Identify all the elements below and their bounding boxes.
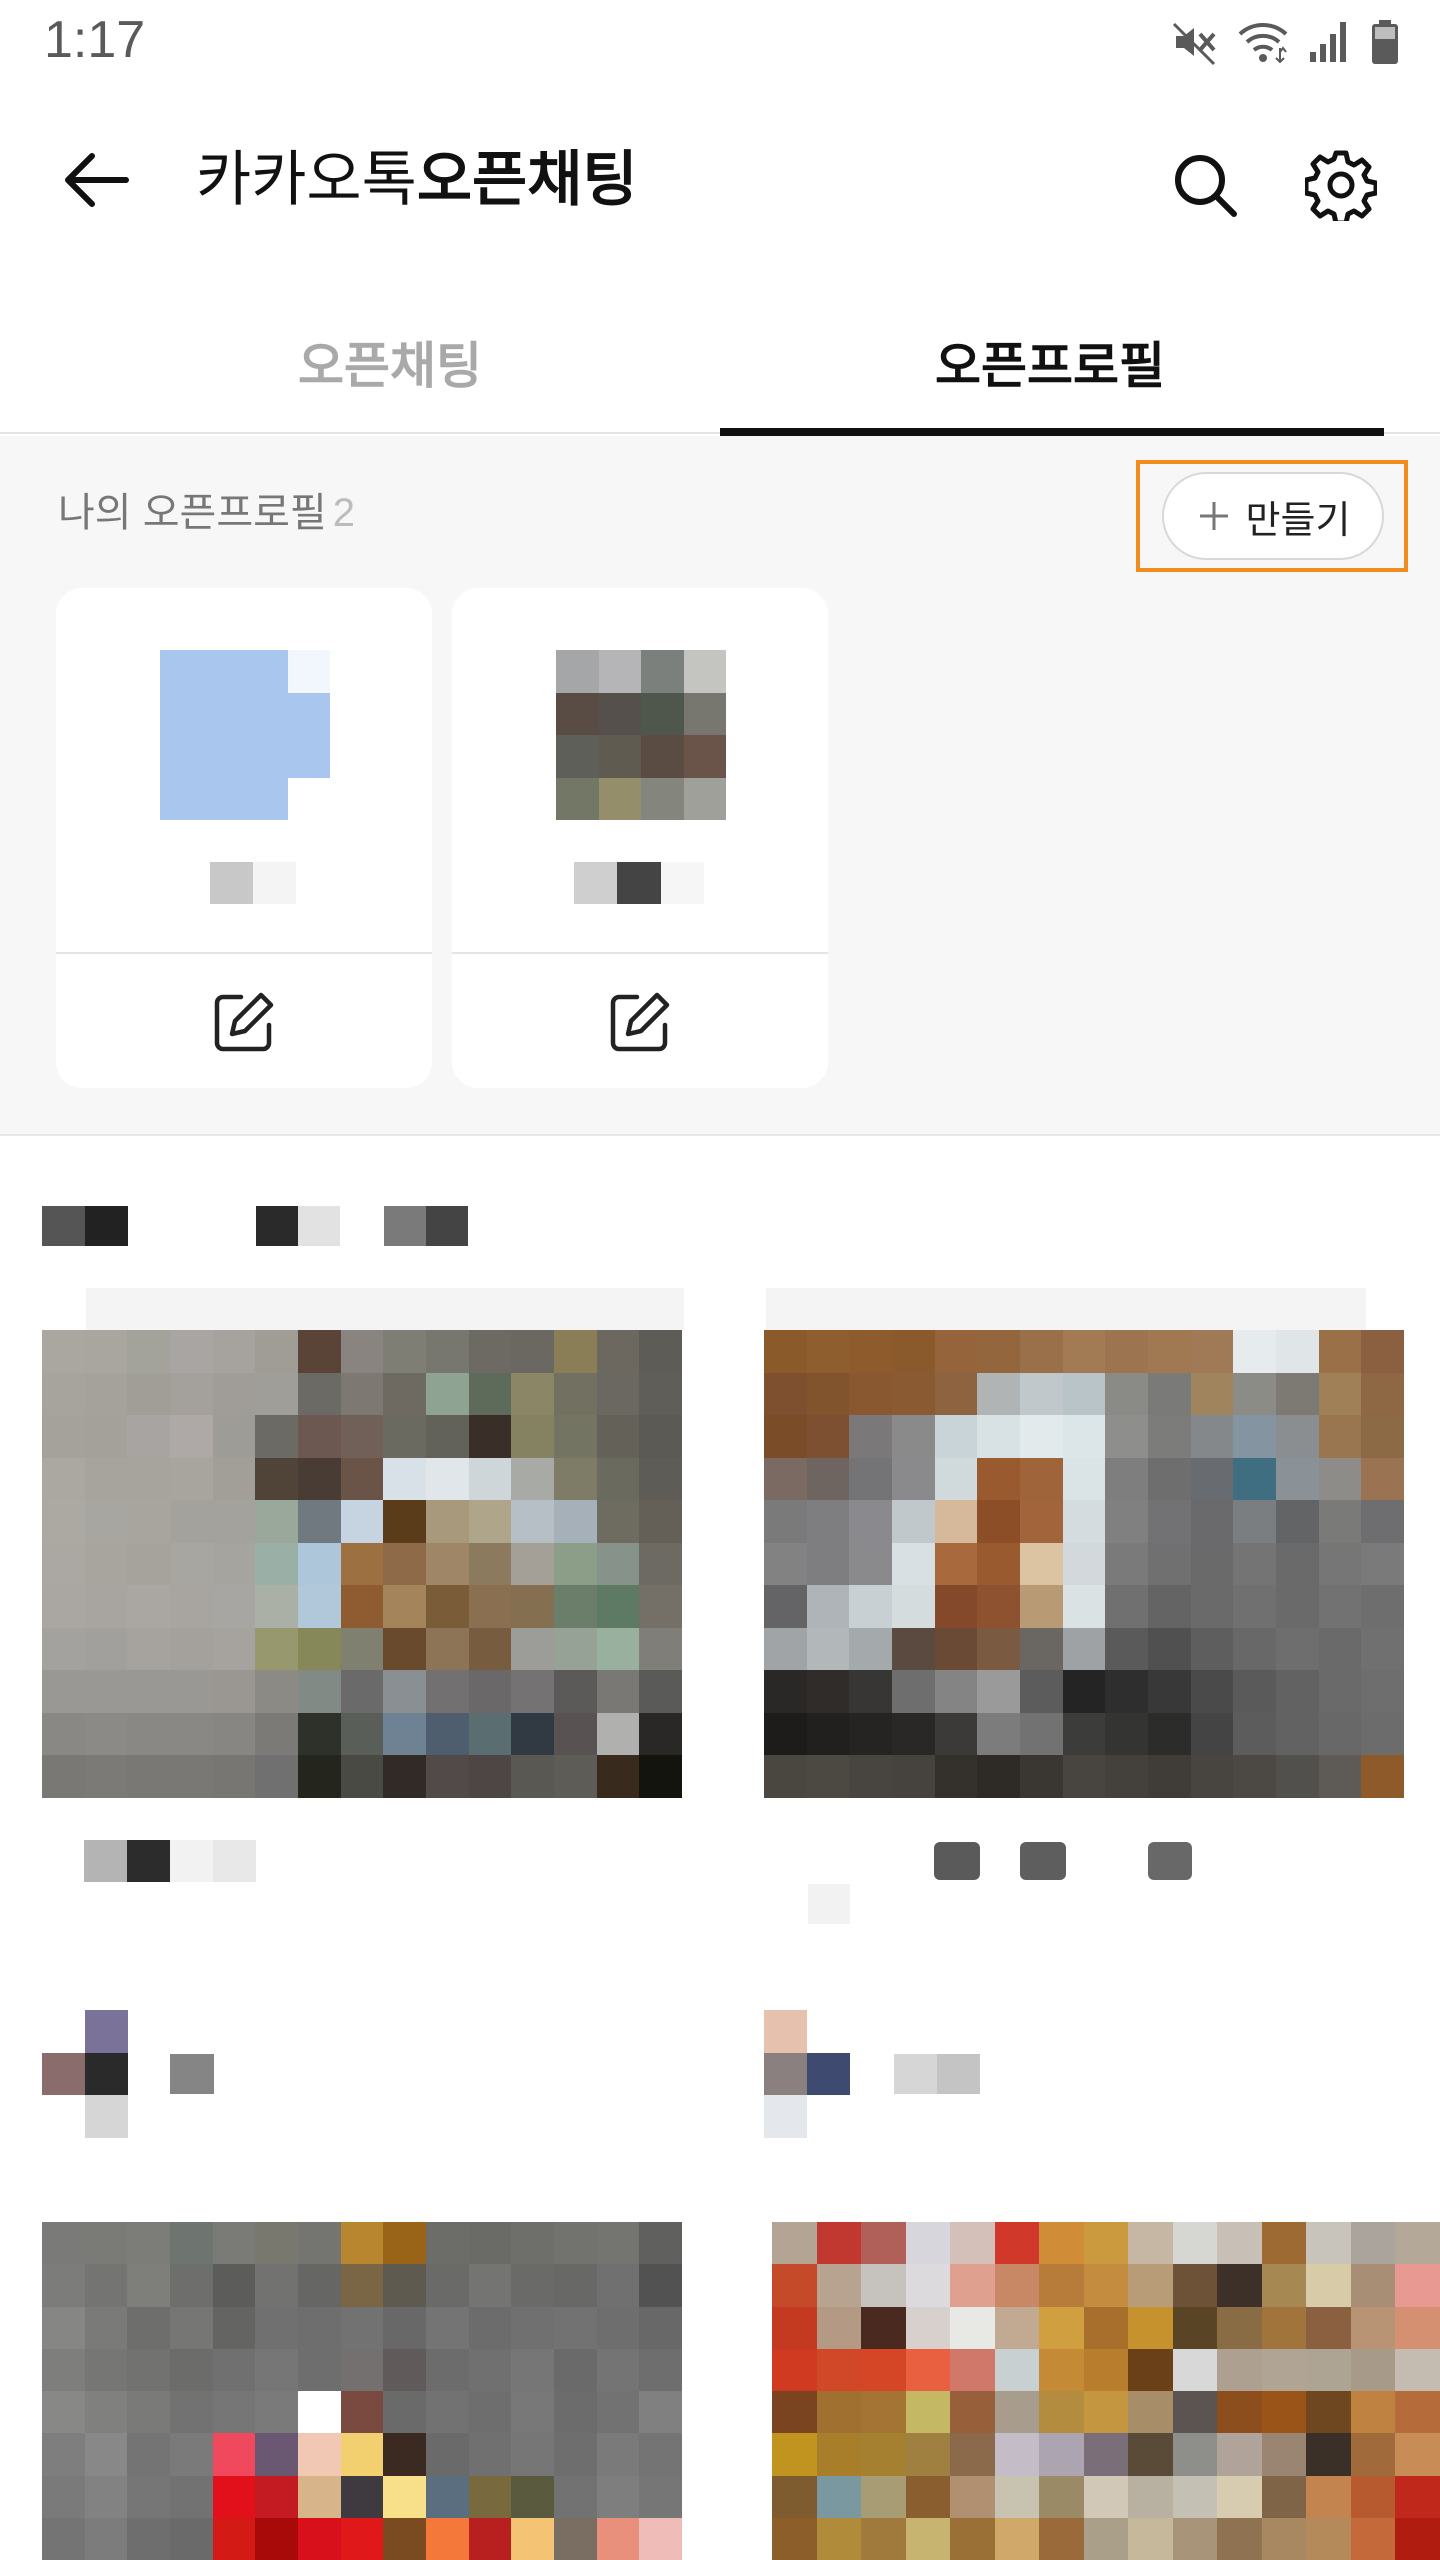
create-profile-button[interactable]: 만들기 [1162, 472, 1384, 560]
profile-name-pixelated [574, 862, 704, 904]
settings-button[interactable] [1296, 140, 1386, 230]
app-bar: 카카오톡오픈채팅 [0, 100, 1440, 260]
tab-indicator [720, 428, 1384, 436]
feed-title-pixelated [1148, 1842, 1192, 1880]
mute-icon [1172, 22, 1216, 66]
edit-profile-button[interactable] [206, 984, 282, 1060]
search-icon [1175, 155, 1237, 217]
status-time: 1:17 [44, 11, 146, 69]
profile-name-pixelated [210, 862, 296, 904]
my-profiles-section: 나의 오픈프로필 2 만들기 [0, 436, 1440, 1136]
section-heading-pixelated [42, 1206, 128, 1246]
avatar [556, 650, 726, 820]
status-bar: 1:17 [0, 0, 1440, 84]
card-divider [452, 952, 828, 954]
feed-author-pixelated [894, 2054, 980, 2094]
back-arrow-icon [65, 153, 129, 207]
profile-card[interactable] [452, 588, 828, 1088]
feed-author-pixelated [170, 2054, 214, 2094]
tab-bar: 오픈채팅 오픈프로필 [0, 290, 1440, 436]
avatar [160, 650, 330, 820]
feed-image-pixelated [42, 1330, 682, 1798]
create-label: 만들기 [1245, 499, 1351, 542]
my-profiles-count: 2 [332, 491, 355, 535]
back-button[interactable] [52, 140, 142, 220]
wifi-icon [1238, 23, 1288, 64]
my-profiles-label: 나의 오픈프로필 2 [58, 480, 355, 538]
feed-title-pixelated [808, 1884, 850, 1924]
card-divider [56, 952, 432, 954]
feed-image-pixelated [764, 1330, 1404, 1798]
plus-icon [1199, 502, 1228, 530]
image-top-strip [766, 1288, 1366, 1330]
feed-author-pixelated [42, 2010, 128, 2138]
feed-title-pixelated [1020, 1842, 1066, 1880]
search-button[interactable] [1160, 140, 1250, 230]
tab-open-chatting[interactable]: 오픈채팅 [60, 290, 720, 434]
edit-icon [214, 992, 274, 1052]
feed-title-pixelated [84, 1840, 256, 1882]
tab-open-profile[interactable]: 오픈프로필 [720, 290, 1380, 434]
feed-image-pixelated[interactable] [772, 2222, 1440, 2560]
status-icons [1170, 14, 1400, 70]
page-title: 카카오톡오픈채팅 [196, 144, 638, 216]
feed-title-pixelated [934, 1842, 980, 1880]
feed-author-pixelated [764, 2010, 850, 2138]
gear-icon [1305, 150, 1377, 221]
battery-icon [1372, 20, 1398, 64]
section-heading-pixelated [384, 1206, 468, 1246]
my-profiles-title: 나의 오픈프로필 [58, 491, 327, 535]
signal-icon [1310, 22, 1346, 62]
section-heading-pixelated [256, 1206, 340, 1246]
edit-icon [610, 992, 670, 1052]
image-top-strip [86, 1288, 684, 1330]
title-bold: 오픈채팅 [416, 146, 638, 213]
title-regular: 카카오톡 [196, 146, 417, 213]
feed-image-pixelated[interactable] [42, 2222, 682, 2560]
edit-profile-button[interactable] [602, 984, 678, 1060]
profile-card[interactable] [56, 588, 432, 1088]
